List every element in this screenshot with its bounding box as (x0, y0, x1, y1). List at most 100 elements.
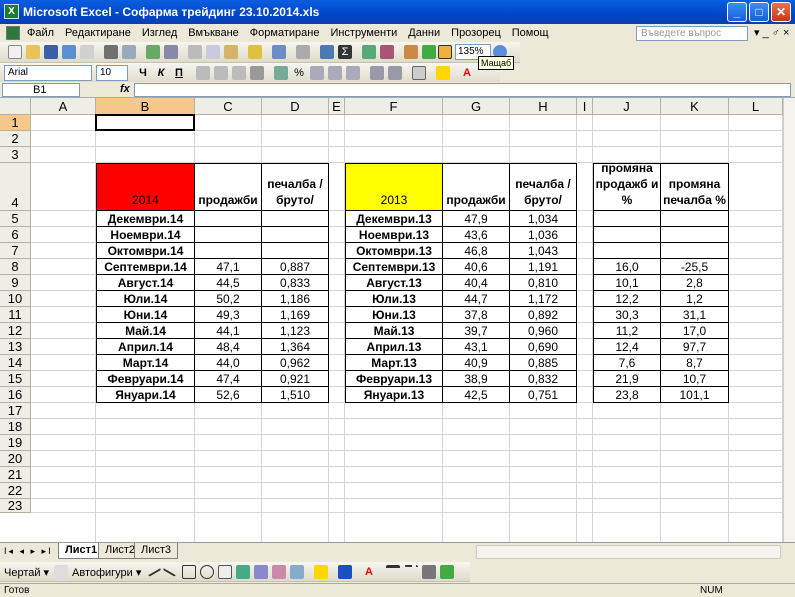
menu-item[interactable]: Данни (408, 27, 440, 39)
autosum-icon[interactable]: Σ (338, 45, 352, 59)
menu-item[interactable]: Вмъкване (188, 27, 239, 39)
hyperlink-icon[interactable] (320, 45, 334, 59)
row-header-6[interactable]: 6 (0, 227, 31, 243)
row-header-12[interactable]: 12 (0, 323, 31, 339)
month-2014[interactable]: Януари.14 (96, 387, 195, 403)
profit-2014[interactable]: 1,186 (262, 291, 329, 307)
row-header-22[interactable]: 22 (0, 483, 31, 499)
profit-2013[interactable]: 0,960 (510, 323, 577, 339)
change-sales[interactable]: 23,8 (593, 387, 661, 403)
font-color-icon[interactable]: A (460, 66, 474, 80)
month-2013[interactable]: Февруари.13 (345, 371, 443, 387)
profit-2014[interactable]: 1,123 (262, 323, 329, 339)
menu-item[interactable]: Изглед (142, 27, 177, 39)
menu-item[interactable]: Форматиране (250, 27, 320, 39)
row-header-5[interactable]: 5 (0, 211, 31, 227)
profit-2014[interactable] (262, 227, 329, 243)
column-header-g[interactable]: G (443, 98, 510, 115)
sales-2013[interactable]: 40,4 (443, 275, 510, 291)
diagram-icon[interactable] (254, 565, 268, 579)
change-profit[interactable]: 31,1 (661, 307, 729, 323)
sheet-tab-3[interactable]: Лист3 (134, 543, 179, 559)
month-2013[interactable]: Август.13 (345, 275, 443, 291)
row-header-13[interactable]: 13 (0, 339, 31, 355)
bold-icon[interactable]: Ч (136, 66, 150, 80)
profit-2013[interactable]: 0,885 (510, 355, 577, 371)
fill-color-draw-icon[interactable] (314, 565, 328, 579)
profit-2013[interactable]: 0,810 (510, 275, 577, 291)
sort-ascending-icon[interactable] (362, 45, 376, 59)
month-2014[interactable]: Април.14 (96, 339, 195, 355)
month-2014[interactable]: Февруари.14 (96, 371, 195, 387)
month-2014[interactable]: Март.14 (96, 355, 195, 371)
profit-2014[interactable]: 1,169 (262, 307, 329, 323)
change-sales[interactable]: 21,9 (593, 371, 661, 387)
close-button[interactable]: ✕ (771, 2, 791, 22)
row-header-1[interactable]: 1 (0, 115, 31, 131)
change-profit[interactable] (661, 211, 729, 227)
line-icon[interactable] (144, 562, 162, 577)
month-2013[interactable]: Юли.13 (345, 291, 443, 307)
row-header-18[interactable]: 18 (0, 419, 31, 435)
drawing-icon[interactable] (422, 45, 436, 59)
sales-2014[interactable]: 47,1 (195, 259, 262, 275)
print-preview-icon[interactable] (122, 45, 136, 59)
header-2014[interactable]: 2014 (96, 163, 195, 211)
email-icon[interactable] (80, 45, 94, 59)
header-profit-2014[interactable]: печалба /бруто/ (262, 163, 329, 211)
profit-2014[interactable]: 0,962 (262, 355, 329, 371)
month-2014[interactable]: Май.14 (96, 323, 195, 339)
header-sales-2014[interactable]: продажби (195, 163, 262, 211)
sales-2013[interactable]: 40,6 (443, 259, 510, 275)
picture-icon[interactable] (290, 565, 304, 579)
change-sales[interactable] (593, 211, 661, 227)
draw-menu[interactable]: Чертай ▾ (4, 566, 49, 579)
row-header-7[interactable]: 7 (0, 243, 31, 259)
open-folder-icon[interactable] (26, 45, 40, 59)
vertical-scrollbar[interactable] (783, 98, 795, 542)
profit-2014[interactable]: 0,887 (262, 259, 329, 275)
profit-2014[interactable] (262, 243, 329, 259)
line-color-icon[interactable] (338, 565, 352, 579)
underline-icon[interactable]: П (172, 66, 186, 80)
sort-descending-icon[interactable] (380, 45, 394, 59)
change-sales[interactable]: 12,4 (593, 339, 661, 355)
month-2014[interactable]: Юни.14 (96, 307, 195, 323)
help-search-input[interactable]: Въведете въпрос (636, 26, 748, 41)
arrow-icon[interactable] (162, 562, 180, 577)
research-icon[interactable] (164, 45, 178, 59)
row-header-21[interactable]: 21 (0, 467, 31, 483)
sales-2014[interactable]: 52,6 (195, 387, 262, 403)
document-window-controls[interactable]: ▾ _ ♂ × (754, 26, 789, 39)
sheet-nav-buttons[interactable]: I◂ ◂ ▸ ▸I (4, 546, 53, 557)
row-header-8[interactable]: 8 (0, 259, 31, 275)
column-header-h[interactable]: H (510, 98, 577, 115)
row-header-16[interactable]: 16 (0, 387, 31, 403)
profit-2013[interactable]: 0,892 (510, 307, 577, 323)
print-icon[interactable] (104, 45, 118, 59)
document-icon[interactable] (6, 26, 20, 40)
header-change-profit[interactable]: промяна печалба % (661, 163, 729, 211)
menu-item[interactable]: Инструменти (330, 27, 397, 39)
profit-2013[interactable]: 0,832 (510, 371, 577, 387)
month-2014[interactable]: Декември.14 (96, 211, 195, 227)
autoshapes-menu[interactable]: Автофигури ▾ (72, 566, 141, 579)
row-header-4[interactable]: 4 (0, 163, 31, 211)
rectangle-icon[interactable] (182, 565, 196, 579)
sales-2014[interactable]: 44,1 (195, 323, 262, 339)
change-sales[interactable]: 16,0 (593, 259, 661, 275)
row-header-11[interactable]: 11 (0, 307, 31, 323)
profit-2014[interactable] (262, 211, 329, 227)
fill-color-icon[interactable] (436, 66, 450, 80)
month-2013[interactable]: Март.13 (345, 355, 443, 371)
sales-2014[interactable] (195, 243, 262, 259)
profit-2014[interactable]: 1,510 (262, 387, 329, 403)
column-header-d[interactable]: D (262, 98, 329, 115)
change-profit[interactable]: 101,1 (661, 387, 729, 403)
column-header-b[interactable]: B (96, 98, 195, 115)
line-style-icon[interactable] (386, 565, 400, 579)
profit-2013[interactable]: 1,036 (510, 227, 577, 243)
worksheet-grid[interactable]: A B C D E F G H I J K L 1 2 3 4 5 6 7 8 9 10 11 12 13 14 15 16 17 18 1… (0, 98, 783, 542)
row-header-20[interactable]: 20 (0, 451, 31, 467)
change-profit[interactable]: 2,8 (661, 275, 729, 291)
